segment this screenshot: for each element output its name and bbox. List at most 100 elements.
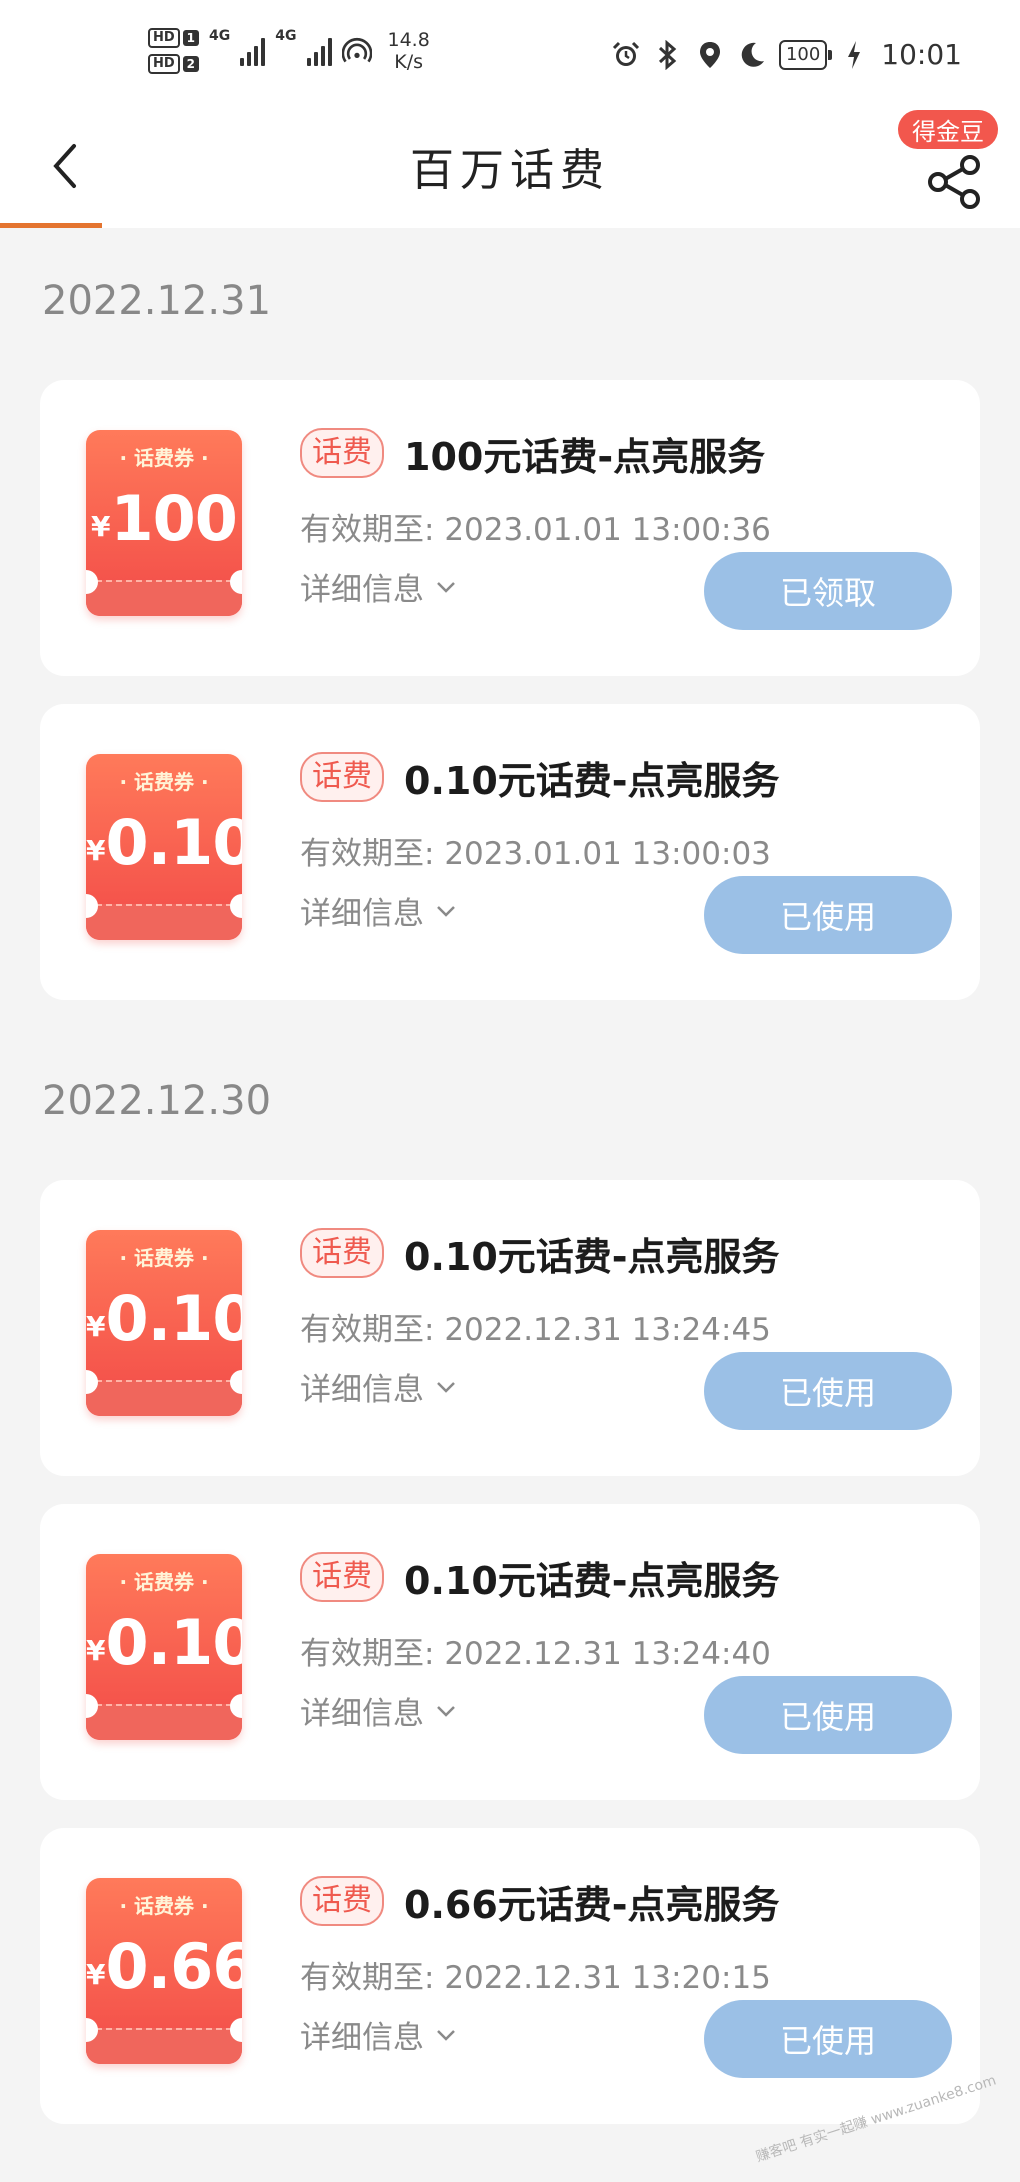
status-left: HD 1 HD 2 4G 4G 14.8 K/s	[148, 28, 430, 74]
coupon-title: 0.10元话费-点亮服务	[404, 759, 780, 803]
voucher-stub	[86, 1380, 242, 1416]
share-button[interactable]	[926, 154, 982, 210]
voucher-amount: ¥0.10	[86, 1606, 242, 1679]
currency-symbol: ¥	[91, 510, 111, 543]
amount-value: 0.10	[105, 1606, 242, 1679]
coupon-card[interactable]: · 话费券 · ¥100 话费 100元话费-点亮服务 有效期至: 2023.0…	[40, 380, 980, 676]
category-tag: 话费	[300, 1876, 384, 1926]
network2-type: 4G	[275, 28, 297, 44]
coupon-card[interactable]: · 话费券 · ¥0.10 话费 0.10元话费-点亮服务 有效期至: 2022…	[40, 1180, 980, 1476]
voucher-label: · 话费券 ·	[119, 770, 209, 794]
valid-until-row: 有效期至: 2023.01.01 13:00:36	[300, 504, 771, 549]
nav-active-indicator	[0, 223, 102, 228]
coupon-card[interactable]: · 话费券 · ¥0.66 话费 0.66元话费-点亮服务 有效期至: 2022…	[40, 1828, 980, 2124]
voucher-amount: ¥0.10	[86, 1282, 242, 1355]
category-tag: 话费	[300, 1228, 384, 1278]
valid-label: 有效期至:	[300, 1636, 435, 1672]
signal1-icon	[240, 36, 266, 66]
coupon-status-button[interactable]: 已领取	[704, 552, 952, 630]
alarm-icon	[611, 40, 641, 70]
category-tag: 话费	[300, 428, 384, 478]
voucher-graphic: · 话费券 · ¥0.10	[86, 1554, 242, 1740]
valid-label: 有效期至:	[300, 836, 435, 872]
details-toggle[interactable]: 详细信息	[300, 1688, 456, 1733]
valid-until-row: 有效期至: 2022.12.31 13:24:45	[300, 1304, 771, 1349]
voucher-stub	[86, 580, 242, 616]
date-header: 2022.12.31	[42, 278, 272, 324]
details-toggle[interactable]: 详细信息	[300, 888, 456, 933]
details-label: 详细信息	[300, 1372, 424, 1408]
sim1-number: 1	[182, 30, 200, 46]
sim2-number: 2	[182, 56, 200, 72]
voucher-label: · 话费券 ·	[119, 1894, 209, 1918]
battery-icon: 100	[778, 39, 833, 70]
share-icon	[928, 155, 980, 209]
voucher-amount: ¥0.10	[86, 806, 242, 879]
valid-label: 有效期至:	[300, 1960, 435, 1996]
voucher-amount: ¥100	[86, 482, 242, 555]
coupon-title: 100元话费-点亮服务	[404, 435, 766, 479]
coupon-title: 0.66元话费-点亮服务	[404, 1883, 780, 1927]
status-right: 100 10:01	[611, 38, 962, 71]
coupon-status-button[interactable]: 已使用	[704, 876, 952, 954]
details-toggle[interactable]: 详细信息	[300, 2012, 456, 2057]
details-label: 详细信息	[300, 1696, 424, 1732]
do-not-disturb-moon-icon	[737, 40, 767, 70]
category-tag: 话费	[300, 752, 384, 802]
coupon-title: 0.10元话费-点亮服务	[404, 1559, 780, 1603]
speed-value: 14.8	[387, 29, 430, 51]
details-toggle[interactable]: 详细信息	[300, 564, 456, 609]
voucher-graphic: · 话费券 · ¥100	[86, 430, 242, 616]
coupon-status-button[interactable]: 已使用	[704, 2000, 952, 2078]
valid-date: 2023.01.01 13:00:03	[444, 836, 771, 872]
hotspot-icon	[341, 36, 372, 66]
network1-type: 4G	[209, 28, 231, 44]
reward-badge[interactable]: 得金豆	[898, 110, 998, 149]
signal2-icon	[306, 36, 332, 66]
voucher-graphic: · 话费券 · ¥0.66	[86, 1878, 242, 2064]
details-label: 详细信息	[300, 572, 424, 608]
coupon-card[interactable]: · 话费券 · ¥0.10 话费 0.10元话费-点亮服务 有效期至: 2023…	[40, 704, 980, 1000]
valid-label: 有效期至:	[300, 1312, 435, 1348]
voucher-label: · 话费券 ·	[119, 1570, 209, 1594]
bluetooth-icon	[653, 39, 683, 70]
chevron-down-icon	[437, 581, 455, 593]
currency-symbol: ¥	[86, 1958, 106, 1991]
charging-bolt-icon	[839, 40, 869, 70]
page-title: 百万话费	[410, 145, 610, 196]
chevron-down-icon	[437, 1705, 455, 1717]
coupon-status-button[interactable]: 已使用	[704, 1352, 952, 1430]
date-header: 2022.12.30	[42, 1078, 272, 1124]
voucher-label: · 话费券 ·	[119, 446, 209, 470]
status-bar: HD 1 HD 2 4G 4G 14.8 K/s 100 10:01	[0, 0, 1020, 110]
voucher-amount: ¥0.66	[86, 1930, 242, 2003]
valid-until-row: 有效期至: 2022.12.31 13:20:15	[300, 1952, 771, 1997]
coupon-status-button[interactable]: 已使用	[704, 1676, 952, 1754]
valid-date: 2022.12.31 13:20:15	[444, 1960, 771, 1996]
amount-value: 100	[110, 482, 238, 555]
valid-until-row: 有效期至: 2022.12.31 13:24:40	[300, 1628, 771, 1673]
location-icon	[695, 40, 725, 70]
details-toggle[interactable]: 详细信息	[300, 1364, 456, 1409]
coupon-card[interactable]: · 话费券 · ¥0.10 话费 0.10元话费-点亮服务 有效期至: 2022…	[40, 1504, 980, 1800]
category-tag: 话费	[300, 1552, 384, 1602]
sim2-hd-icon: HD 2	[148, 54, 200, 74]
valid-date: 2022.12.31 13:24:45	[444, 1312, 771, 1348]
chevron-down-icon	[437, 2029, 455, 2041]
voucher-graphic: · 话费券 · ¥0.10	[86, 754, 242, 940]
valid-label: 有效期至:	[300, 512, 435, 548]
chevron-down-icon	[437, 905, 455, 917]
valid-date: 2023.01.01 13:00:36	[444, 512, 771, 548]
voucher-graphic: · 话费券 · ¥0.10	[86, 1230, 242, 1416]
voucher-stub	[86, 2028, 242, 2064]
sim2-hd-label: HD	[148, 54, 180, 74]
valid-until-row: 有效期至: 2023.01.01 13:00:03	[300, 828, 771, 873]
currency-symbol: ¥	[86, 834, 106, 867]
sim-indicators: HD 1 HD 2	[148, 28, 200, 74]
chevron-down-icon	[437, 1381, 455, 1393]
amount-value: 0.66	[105, 1930, 242, 2003]
network-speed: 14.8 K/s	[388, 29, 430, 73]
details-label: 详细信息	[300, 2020, 424, 2056]
currency-symbol: ¥	[86, 1634, 106, 1667]
currency-symbol: ¥	[86, 1310, 106, 1343]
